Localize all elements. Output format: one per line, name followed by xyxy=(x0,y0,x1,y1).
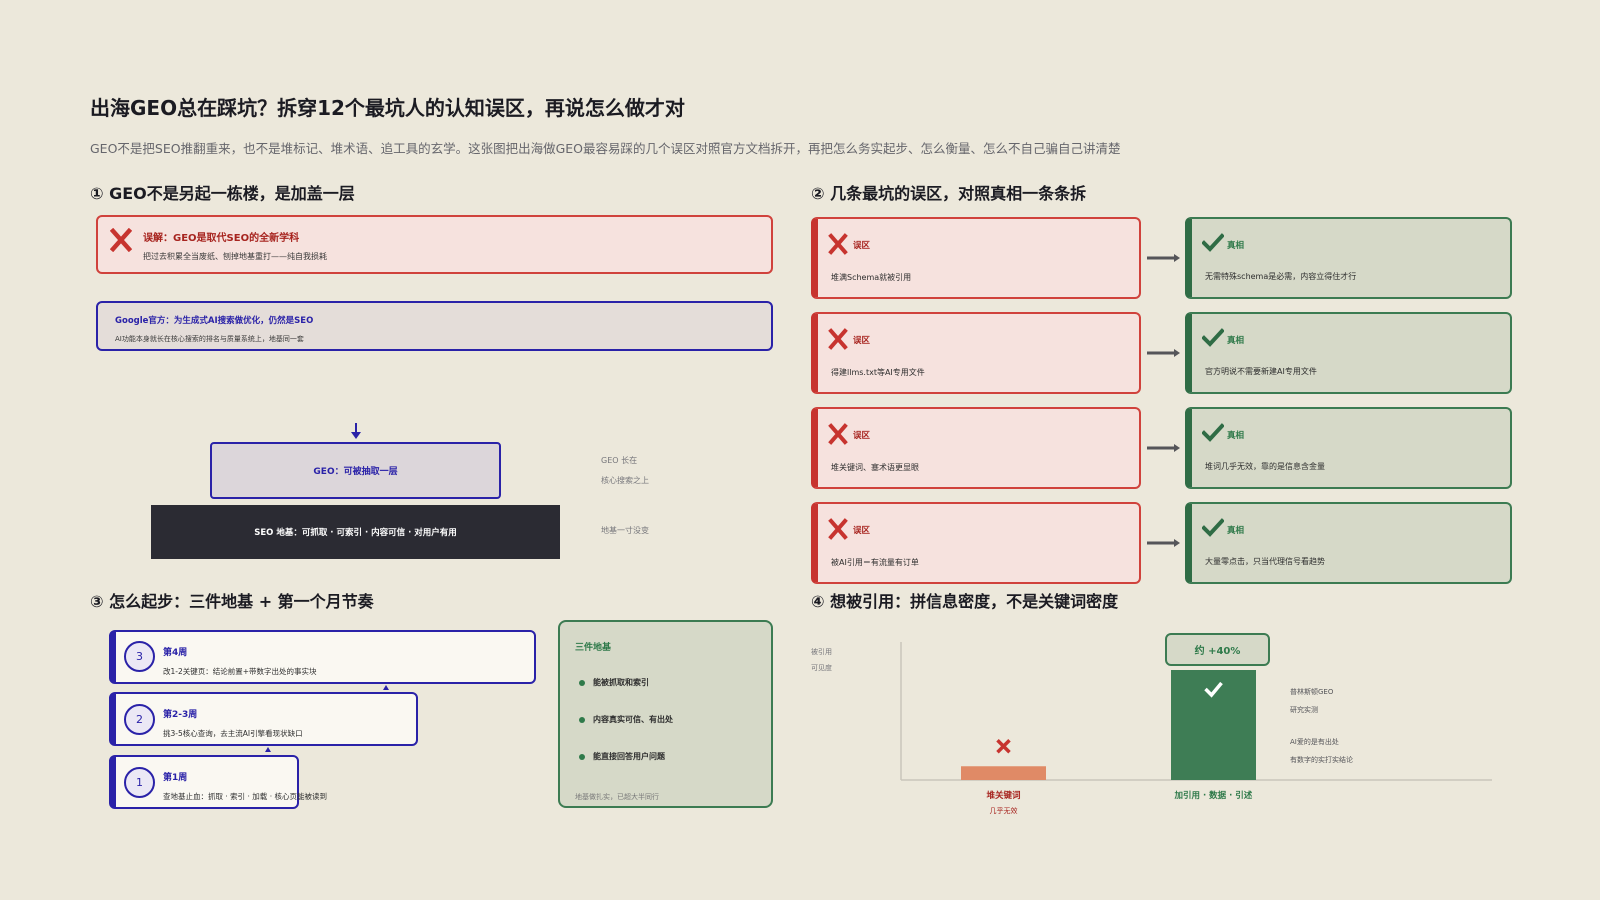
truth-card: 真相 无需特殊schema是必需，内容立得住才行 xyxy=(1185,217,1512,299)
y-axis-label: 被引用 可见度 xyxy=(811,648,832,672)
truth-text: 大量零点击，只当代理信号看趋势 xyxy=(1205,557,1325,566)
arrow-right-icon xyxy=(1147,539,1180,547)
page-subtitle: GEO不是把SEO推翻重来，也不是堆标记、堆术语、追工具的玄学。这张图把出海做G… xyxy=(90,141,1121,156)
bullet-icon xyxy=(579,679,585,686)
week-desc: 查地基止血：抓取 · 索引 · 加载 · 核心页能被读到 xyxy=(163,792,327,801)
up-arrow-icon xyxy=(265,747,271,752)
google-box: Google官方：为生成式AI搜索做优化，仍然是SEO AI功能本身就长在核心搜… xyxy=(96,301,773,351)
arrow-right-icon xyxy=(1147,349,1180,357)
truth-label: 真相 xyxy=(1227,526,1245,536)
truth-card: 真相 官方明说不需要新建AI专用文件 xyxy=(1185,312,1512,394)
geo-layer: GEO：可被抽取一层 xyxy=(210,442,501,499)
side-note: 研究实测 xyxy=(1290,706,1318,714)
myth-text: 堆关键词、塞术语更显眼 xyxy=(831,463,919,472)
page-title: 出海GEO总在踩坑？拆穿12个最坑人的认知误区，再说怎么做才对 xyxy=(90,96,685,120)
bar-citations-data xyxy=(1171,670,1256,780)
down-arrow-icon xyxy=(351,423,361,439)
myth-desc: 把过去积累全当废纸、刨掉地基重打——纯自我损耗 xyxy=(143,252,327,261)
truth-text: 无需特殊schema是必需，内容立得住才行 xyxy=(1205,272,1357,281)
cross-icon xyxy=(110,228,132,252)
category-label: 加引用 · 数据 · 引述 xyxy=(1174,791,1253,801)
myth-card: 误区 被AI引用＝有流量有订单 xyxy=(811,502,1141,584)
myth-label: 误区 xyxy=(853,336,871,346)
up-arrow-icon xyxy=(383,685,389,690)
section4-title: ④ 想被引用：拼信息密度，不是关键词密度 xyxy=(811,592,1119,611)
week-step: 3 第4周 改1-2关键页：结论前置+带数字出处的事实块 xyxy=(109,630,536,684)
section2-title: ② 几条最坑的误区，对照真相一条条拆 xyxy=(811,184,1087,203)
foundation-note: 地基做扎实，已超大半同行 xyxy=(575,793,659,801)
myth-title: 误解：GEO是取代SEO的全新学科 xyxy=(143,233,300,244)
truth-label: 真相 xyxy=(1227,431,1245,441)
arrow-right-icon xyxy=(1147,444,1180,452)
week-step: 2 第2-3周 挑3-5核心查询，去主流AI引擎看现状缺口 xyxy=(109,692,418,746)
cross-icon xyxy=(828,518,848,540)
truth-label: 真相 xyxy=(1227,241,1245,251)
foundation-item: 能被抓取和索引 xyxy=(579,677,649,688)
bullet-icon xyxy=(579,753,585,760)
foundation-title: 三件地基 xyxy=(575,643,612,653)
week-step: 1 第1周 查地基止血：抓取 · 索引 · 加载 · 核心页能被读到 xyxy=(109,755,327,809)
side-note: AI爱的是有出处 xyxy=(1290,738,1339,746)
bar-keyword-stuffing xyxy=(961,766,1046,780)
arrow-right-icon xyxy=(1147,254,1180,262)
cross-icon xyxy=(828,423,848,445)
bullet-icon xyxy=(579,716,585,723)
cross-icon xyxy=(828,233,848,255)
section1-title: ① GEO不是另起一栋楼，是加盖一层 xyxy=(90,184,355,203)
myth-label: 误区 xyxy=(853,526,871,536)
foundation-item: 能直接回答用户问题 xyxy=(579,751,665,762)
week-title: 第1周 xyxy=(163,773,188,783)
myth-text: 被AI引用＝有流量有订单 xyxy=(831,558,919,567)
foundation-item: 内容真实可信、有出处 xyxy=(579,714,673,725)
step-number-badge: 1 xyxy=(124,767,155,798)
seo-layer: SEO 地基：可抓取 · 可索引 · 内容可信 · 对用户有用 xyxy=(151,505,560,559)
week-desc: 挑3-5核心查询，去主流AI引擎看现状缺口 xyxy=(163,729,303,738)
truth-text: 官方明说不需要新建AI专用文件 xyxy=(1205,367,1317,376)
step-number-badge: 3 xyxy=(124,641,155,672)
myth-card: 误区 得建llms.txt等AI专用文件 xyxy=(811,312,1141,394)
gain-badge: 约 +40% xyxy=(1165,633,1270,666)
myth-text: 得建llms.txt等AI专用文件 xyxy=(831,368,925,377)
cross-icon xyxy=(996,739,1011,754)
myth-label: 误区 xyxy=(853,241,871,251)
side-note: 普林斯顿GEO xyxy=(1290,688,1334,696)
truth-card: 真相 堆词几乎无效，靠的是信息含金量 xyxy=(1185,407,1512,489)
truth-label: 真相 xyxy=(1227,336,1245,346)
seo-note: 地基一寸没变 xyxy=(601,526,649,535)
check-icon xyxy=(1204,681,1223,698)
myth-label: 误区 xyxy=(853,431,871,441)
truth-text: 堆词几乎无效，靠的是信息含金量 xyxy=(1205,462,1325,471)
google-title: Google官方：为生成式AI搜索做优化，仍然是SEO xyxy=(115,316,314,326)
myth-text: 堆满Schema就被引用 xyxy=(831,273,912,282)
category-label: 堆关键词 xyxy=(986,791,1021,801)
check-icon xyxy=(1202,423,1224,442)
google-desc: AI功能本身就长在核心搜索的排名与质量系统上，地基同一套 xyxy=(115,335,304,343)
myth-box: 误解：GEO是取代SEO的全新学科 把过去积累全当废纸、刨掉地基重打——纯自我损… xyxy=(96,215,773,274)
week-title: 第2-3周 xyxy=(163,710,198,720)
foundation-box: 三件地基 能被抓取和索引 内容真实可信、有出处 能直接回答用户问题 地基做扎实，… xyxy=(558,620,773,808)
geo-note-2: 核心搜索之上 xyxy=(601,476,649,485)
step-number-badge: 2 xyxy=(124,704,155,735)
myth-card: 误区 堆关键词、塞术语更显眼 xyxy=(811,407,1141,489)
category-note: 几乎无效 xyxy=(989,807,1018,815)
truth-card: 真相 大量零点击，只当代理信号看趋势 xyxy=(1185,502,1512,584)
check-icon xyxy=(1202,518,1224,537)
week-desc: 改1-2关键页：结论前置+带数字出处的事实块 xyxy=(163,667,317,676)
check-icon xyxy=(1202,233,1224,252)
section3-title: ③ 怎么起步：三件地基 + 第一个月节奏 xyxy=(90,592,374,611)
geo-note-1: GEO 长在 xyxy=(601,456,638,465)
week-title: 第4周 xyxy=(163,648,188,658)
myth-card: 误区 堆满Schema就被引用 xyxy=(811,217,1141,299)
check-icon xyxy=(1202,328,1224,347)
side-note: 有数字的实打实结论 xyxy=(1290,756,1353,764)
cross-icon xyxy=(828,328,848,350)
